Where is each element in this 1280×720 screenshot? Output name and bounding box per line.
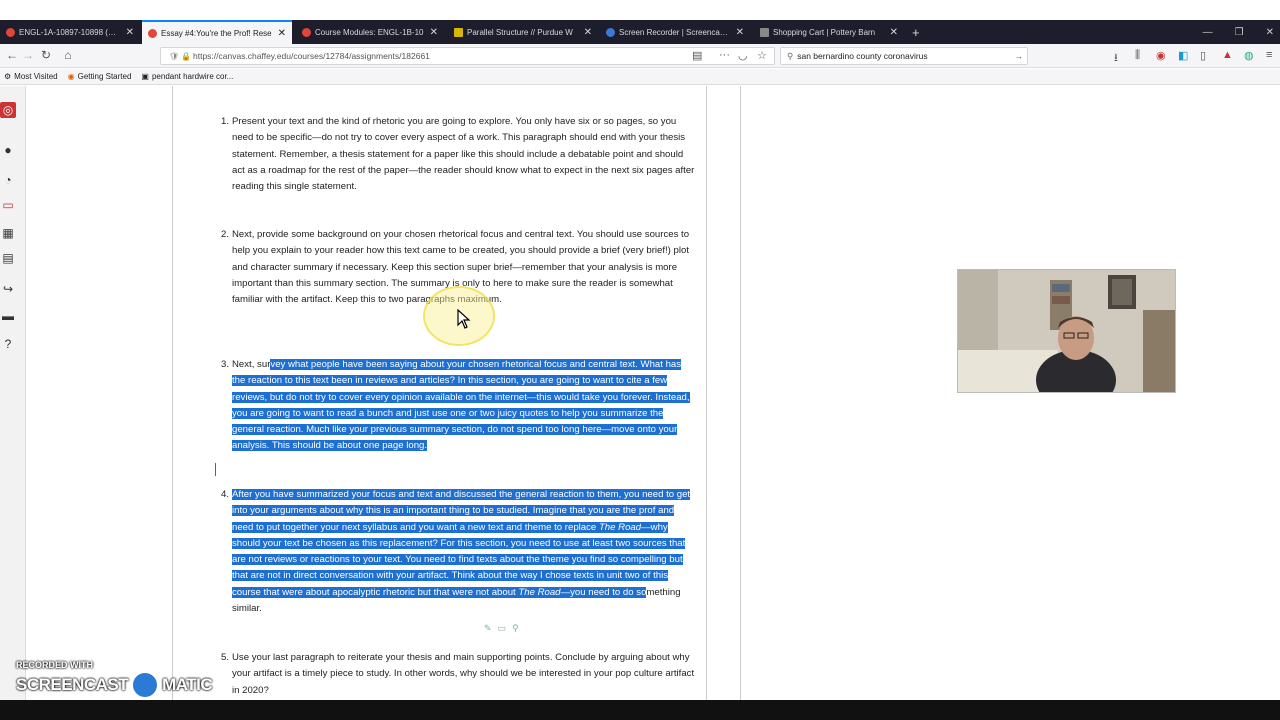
bookmarks-bar: ⚙ Most Visited ◉ Getting Started ▣ pendant … (0, 69, 1280, 85)
help-icon[interactable]: ? (0, 336, 16, 352)
browser-tab[interactable]: Course Modules: ENGL-1B-10 ✕ (296, 20, 444, 44)
pocket-icon[interactable]: ◡ (738, 49, 748, 62)
comment-icon[interactable]: ▭ (498, 623, 507, 634)
content-divider (740, 86, 741, 700)
tab-bar: ENGL-1A-10897-10898 (Hybrid) ✕ Essay #4:… (0, 20, 1280, 44)
downloads-icon[interactable]: ⭳ (1114, 49, 1118, 68)
dashboard-icon[interactable]: ◔ (0, 172, 16, 188)
logout-icon[interactable]: ↪ (0, 281, 16, 297)
new-tab-icon[interactable]: + (906, 20, 926, 44)
item-text: Next, sur (232, 359, 271, 370)
search-input[interactable]: ⚲ san bernardino county coronavirus → (780, 47, 1028, 65)
webcam-image (958, 270, 1175, 392)
close-tab-icon[interactable]: ✕ (584, 27, 592, 38)
browser-tab[interactable]: Parallel Structure // Purdue W ✕ (448, 20, 598, 44)
close-tab-icon[interactable]: ✕ (126, 27, 134, 38)
browser-tab[interactable]: Screen Recorder | Screencast-O ✕ (600, 20, 750, 44)
forward-icon[interactable]: → (20, 48, 36, 62)
account-icon[interactable]: ● (0, 142, 16, 158)
menu-icon[interactable]: ≡ (1266, 49, 1272, 61)
window-controls: — ❐ ✕ (1203, 20, 1274, 44)
gear-icon: ⚙ (4, 72, 12, 81)
pencil-icon[interactable]: ✎ (484, 623, 492, 634)
minimize-icon[interactable]: — (1203, 27, 1213, 38)
bookmark-item[interactable]: ▣ pendant hardwire cor... (141, 72, 233, 81)
rich-text-editor[interactable]: 1. Present your text and the kind of rhe… (205, 86, 705, 700)
webcam-overlay (957, 269, 1176, 393)
url-bar[interactable]: 🛡 🔒 https://canvas.chaffey.edu/courses/1… (160, 47, 775, 65)
bookmark-star-icon[interactable]: ☆ (757, 49, 767, 62)
canvas-favicon-icon (302, 27, 311, 37)
bookmark-item[interactable]: ◉ Getting Started (68, 72, 132, 81)
content-divider (172, 86, 173, 700)
close-window-icon[interactable]: ✕ (1266, 27, 1274, 38)
reader-view-icon[interactable]: ▤ (692, 49, 702, 62)
commons-icon[interactable]: ▬ (0, 308, 16, 324)
screencast-logo-icon (130, 670, 161, 700)
search-go-icon[interactable]: → (1015, 51, 1024, 61)
screencast-favicon-icon (606, 27, 615, 37)
close-tab-icon[interactable]: ✕ (430, 27, 438, 38)
browser-tab-active[interactable]: Essay #4:You're the Prof! Rese ✕ (142, 20, 292, 44)
mouse-cursor-icon (457, 309, 471, 329)
browser-tab[interactable]: ENGL-1A-10897-10898 (Hybrid) ✕ (0, 20, 140, 44)
content-divider (706, 86, 707, 700)
search-icon: ⚲ (787, 50, 794, 61)
extension-icon[interactable]: ◍ (1244, 49, 1254, 62)
search-icon[interactable]: ⚲ (512, 623, 519, 634)
purdue-favicon-icon (454, 27, 463, 37)
bookmark-item[interactable]: ⚙ Most Visited (4, 72, 58, 81)
maximize-icon[interactable]: ❐ (1235, 27, 1244, 38)
library-icon[interactable]: ⫼ (1135, 49, 1140, 62)
potterybarn-favicon-icon (760, 27, 769, 37)
nav-bar: ← → ↻ ⌂ 🛡 🔒 https://canvas.chaffey.edu/c… (0, 44, 1280, 68)
close-tab-icon[interactable]: ✕ (278, 28, 286, 39)
selected-text: vey what people have been saying about y… (232, 359, 690, 452)
bottom-strip (0, 700, 1280, 720)
text-caret (215, 463, 216, 476)
selection-mini-toolbar: ✎ ▭ ⚲ (484, 623, 519, 634)
close-tab-icon[interactable]: ✕ (736, 27, 744, 38)
screencast-watermark: RECORDED WITH SCREENCAST MATIC (16, 660, 213, 700)
selected-text-italic: The Road (598, 521, 642, 533)
calendar-icon[interactable]: ▦ (0, 225, 16, 241)
canvas-global-nav: ◎ ● ◔ ▭ ▦ ▤ ↪ ▬ ? (0, 86, 26, 720)
page-icon: ▣ (141, 72, 149, 81)
canvas-logo-icon[interactable]: ◎ (0, 102, 16, 118)
lock-icon[interactable]: 🛡 🔒 (169, 52, 193, 61)
home-icon[interactable]: ⌂ (60, 48, 76, 62)
close-tab-icon[interactable]: ✕ (890, 27, 898, 38)
canvas-favicon-icon (6, 27, 15, 37)
pdf-extension-icon[interactable]: ▲ (1222, 49, 1233, 61)
canvas-favicon-icon (148, 28, 157, 38)
selected-text: —you need to do so (560, 586, 647, 598)
reload-icon[interactable]: ↻ (38, 48, 54, 62)
extension-icon[interactable]: ◧ (1178, 49, 1188, 62)
extension-icon[interactable]: ◉ (1156, 49, 1166, 62)
firefox-icon: ◉ (67, 72, 75, 81)
selected-text-italic: The Road (518, 586, 561, 598)
browser-tab[interactable]: Shopping Cart | Pottery Barn ✕ (754, 20, 904, 44)
sidebar-icon[interactable]: ▯ (1200, 49, 1206, 62)
page-actions-icon[interactable]: ··· (719, 49, 730, 61)
inbox-icon[interactable]: ▤ (0, 250, 16, 266)
courses-icon[interactable]: ▭ (0, 197, 16, 213)
back-icon[interactable]: ← (4, 48, 20, 62)
